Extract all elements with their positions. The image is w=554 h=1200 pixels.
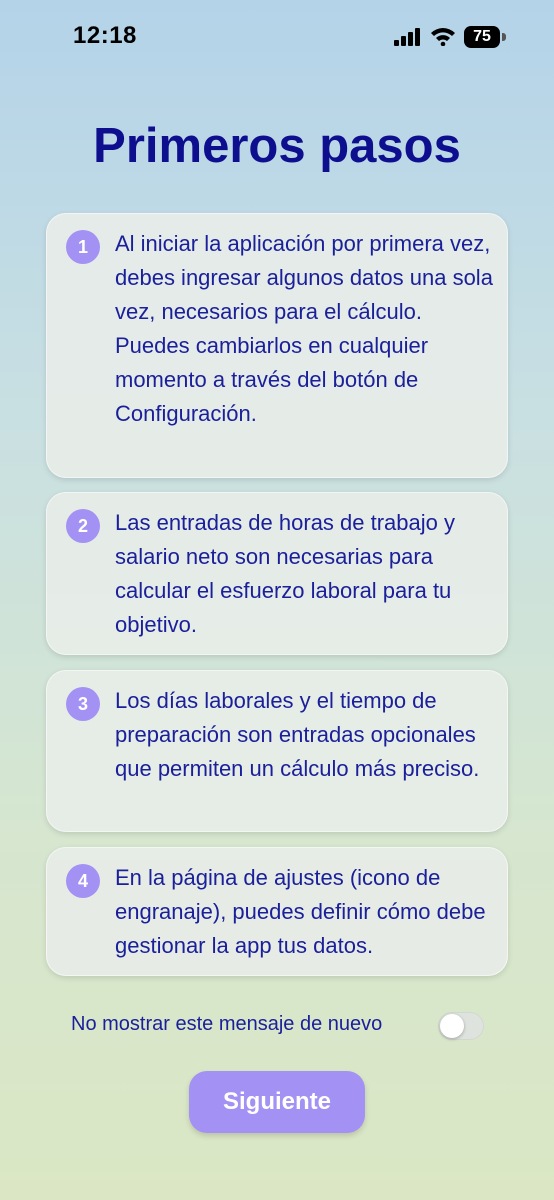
status-time: 12:18 [73,22,137,49]
dont-show-again-label: No mostrar este mensaje de nuevo [71,1013,383,1035]
wifi-icon [431,28,455,46]
step-card-1: 1 Al iniciar la aplicación por primera v… [46,213,508,478]
step-text: Las entradas de horas de trabajo y salar… [115,510,456,637]
step-number-badge: 2 [66,509,100,543]
step-text: Al iniciar la aplicación por primera vez… [115,231,493,426]
dont-show-again-toggle[interactable] [438,1012,484,1040]
step-number-badge: 1 [66,230,100,264]
battery-level: 75 [473,28,491,45]
step-card-2: 2 Las entradas de horas de trabajo y sal… [46,492,508,655]
step-text: En la página de ajustes (icono de engran… [115,865,486,958]
step-number-badge: 4 [66,864,100,898]
page-title: Primeros pasos [93,119,461,173]
cellular-signal-icon [394,28,420,46]
battery-icon: 75 [464,26,508,48]
step-number-badge: 3 [66,687,100,721]
step-card-3: 3 Los días laborales y el tiempo de prep… [46,670,508,832]
toggle-knob [440,1014,464,1038]
next-button[interactable]: Siguiente [189,1071,365,1133]
step-card-4: 4 En la página de ajustes (icono de engr… [46,847,508,976]
step-text: Los días laborales y el tiempo de prepar… [115,688,480,781]
status-bar: 12:18 75 [0,0,554,74]
